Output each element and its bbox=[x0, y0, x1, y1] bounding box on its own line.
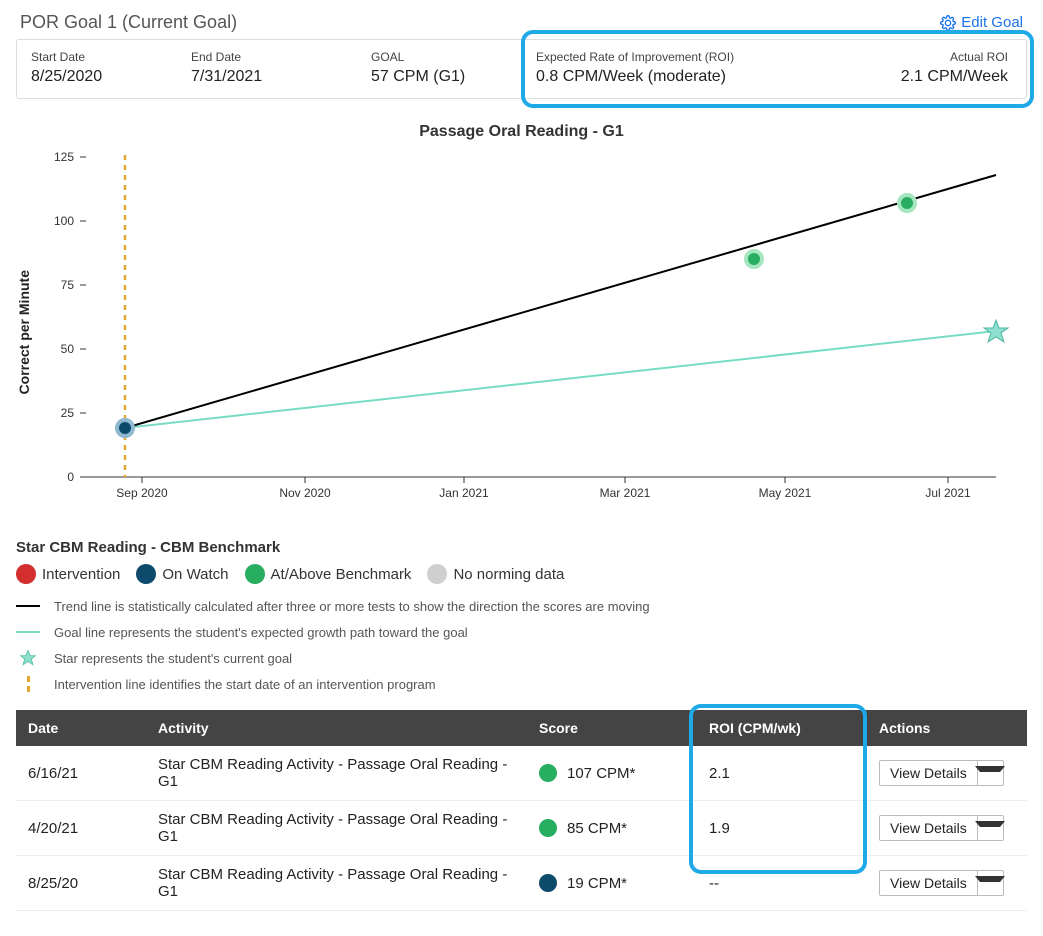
y-tick-label: 25 bbox=[61, 406, 75, 420]
status-legend: Intervention On Watch At/Above Benchmark… bbox=[16, 564, 1027, 584]
cell-actions: View Details bbox=[867, 746, 1027, 801]
gear-icon bbox=[940, 15, 956, 31]
cell-date: 4/20/21 bbox=[16, 801, 146, 856]
actual-roi-value: 2.1 CPM/Week bbox=[901, 68, 1008, 86]
y-tick-label: 75 bbox=[61, 278, 75, 292]
cell-actions: View Details bbox=[867, 801, 1027, 856]
cell-roi: 2.1 bbox=[697, 746, 867, 801]
chart-svg: 0 25 50 75 100 125 bbox=[36, 147, 1016, 517]
end-date-label: End Date bbox=[191, 50, 343, 64]
legend-text: Goal line represents the student's expec… bbox=[54, 625, 468, 640]
view-details-button[interactable]: View Details bbox=[879, 870, 1004, 896]
legend-text: Intervention line identifies the start d… bbox=[54, 677, 436, 692]
cell-roi: -- bbox=[697, 856, 867, 911]
legend-label: At/Above Benchmark bbox=[271, 566, 412, 583]
cell-date: 8/25/20 bbox=[16, 856, 146, 911]
chart-title: Passage Oral Reading - G1 bbox=[16, 123, 1027, 141]
results-table: Date Activity Score ROI (CPM/wk) Actions… bbox=[16, 710, 1027, 911]
score-text: 19 CPM* bbox=[567, 875, 627, 892]
star-icon bbox=[19, 649, 37, 667]
y-axis: 0 25 50 75 100 125 bbox=[54, 150, 86, 484]
start-date-value: 8/25/2020 bbox=[31, 68, 163, 86]
legend-text: Trend line is statistically calculated a… bbox=[54, 599, 650, 614]
goal-label: GOAL bbox=[371, 50, 508, 64]
legend-label: No norming data bbox=[453, 566, 564, 583]
view-details-label: View Details bbox=[880, 816, 977, 840]
score-text: 85 CPM* bbox=[567, 820, 627, 837]
expected-roi-value: 0.8 CPM/Week (moderate) bbox=[536, 68, 873, 86]
th-actions: Actions bbox=[867, 710, 1027, 746]
view-details-label: View Details bbox=[880, 871, 977, 895]
cell-activity: Star CBM Reading Activity - Passage Oral… bbox=[146, 856, 527, 911]
intervention-line-icon bbox=[27, 676, 30, 692]
cell-activity: Star CBM Reading Activity - Passage Oral… bbox=[146, 746, 527, 801]
legend-label: On Watch bbox=[162, 566, 228, 583]
edit-goal-label: Edit Goal bbox=[961, 14, 1023, 31]
view-details-button[interactable]: View Details bbox=[879, 760, 1004, 786]
goal-line-icon bbox=[16, 631, 40, 633]
score-text: 107 CPM* bbox=[567, 765, 635, 782]
table-row: 4/20/21Star CBM Reading Activity - Passa… bbox=[16, 801, 1027, 856]
goal-title: POR Goal 1 (Current Goal) bbox=[20, 12, 237, 33]
data-point[interactable] bbox=[899, 195, 915, 211]
table-row: 8/25/20Star CBM Reading Activity - Passa… bbox=[16, 856, 1027, 911]
line-legend: Trend line is statistically calculated a… bbox=[16, 598, 1027, 692]
no-norming-swatch-icon bbox=[427, 564, 447, 584]
cell-score: 85 CPM* bbox=[527, 801, 697, 856]
x-tick-label: Mar 2021 bbox=[600, 486, 651, 500]
chart-y-axis-label: Correct per Minute bbox=[16, 270, 32, 394]
y-tick-label: 100 bbox=[54, 214, 74, 228]
view-details-button[interactable]: View Details bbox=[879, 815, 1004, 841]
th-date: Date bbox=[16, 710, 146, 746]
y-tick-label: 125 bbox=[54, 150, 74, 164]
data-point[interactable] bbox=[746, 251, 762, 267]
status-dot-icon bbox=[539, 819, 557, 837]
x-tick-label: Jul 2021 bbox=[925, 486, 971, 500]
x-tick-label: Sep 2020 bbox=[116, 486, 168, 500]
y-tick-label: 0 bbox=[67, 470, 74, 484]
y-tick-label: 50 bbox=[61, 342, 75, 356]
cell-score: 107 CPM* bbox=[527, 746, 697, 801]
goal-value: 57 CPM (G1) bbox=[371, 68, 508, 86]
legend-text: Star represents the student's current go… bbox=[54, 651, 292, 666]
th-roi: ROI (CPM/wk) bbox=[697, 710, 867, 746]
chart-container: Passage Oral Reading - G1 Correct per Mi… bbox=[16, 123, 1027, 517]
x-tick-label: Nov 2020 bbox=[279, 486, 331, 500]
on-watch-swatch-icon bbox=[136, 564, 156, 584]
trend-line bbox=[125, 175, 996, 428]
view-details-label: View Details bbox=[880, 761, 977, 785]
cell-date: 6/16/21 bbox=[16, 746, 146, 801]
table-row: 6/16/21Star CBM Reading Activity - Passa… bbox=[16, 746, 1027, 801]
end-date-value: 7/31/2021 bbox=[191, 68, 343, 86]
expected-roi-label: Expected Rate of Improvement (ROI) bbox=[536, 50, 873, 64]
goal-line bbox=[125, 331, 996, 428]
cell-score: 19 CPM* bbox=[527, 856, 697, 911]
goal-star-icon bbox=[984, 320, 1008, 342]
benchmark-heading: Star CBM Reading - CBM Benchmark bbox=[16, 539, 1027, 556]
trend-line-icon bbox=[16, 605, 40, 607]
status-dot-icon bbox=[539, 764, 557, 782]
cell-roi: 1.9 bbox=[697, 801, 867, 856]
actual-roi-label: Actual ROI bbox=[901, 50, 1008, 64]
cell-actions: View Details bbox=[867, 856, 1027, 911]
goal-info-card: Start Date 8/25/2020 End Date 7/31/2021 … bbox=[16, 39, 1027, 99]
th-score: Score bbox=[527, 710, 697, 746]
cell-activity: Star CBM Reading Activity - Passage Oral… bbox=[146, 801, 527, 856]
legend-label: Intervention bbox=[42, 566, 120, 583]
x-tick-label: May 2021 bbox=[759, 486, 812, 500]
chevron-down-icon[interactable] bbox=[977, 761, 1003, 785]
benchmark-swatch-icon bbox=[245, 564, 265, 584]
chevron-down-icon[interactable] bbox=[977, 871, 1003, 895]
start-date-label: Start Date bbox=[31, 50, 163, 64]
x-axis: Sep 2020 Nov 2020 Jan 2021 Mar 2021 May … bbox=[86, 477, 996, 500]
data-point[interactable] bbox=[117, 420, 133, 436]
status-dot-icon bbox=[539, 874, 557, 892]
th-activity: Activity bbox=[146, 710, 527, 746]
chevron-down-icon[interactable] bbox=[977, 816, 1003, 840]
x-tick-label: Jan 2021 bbox=[439, 486, 489, 500]
intervention-swatch-icon bbox=[16, 564, 36, 584]
edit-goal-button[interactable]: Edit Goal bbox=[940, 14, 1023, 31]
